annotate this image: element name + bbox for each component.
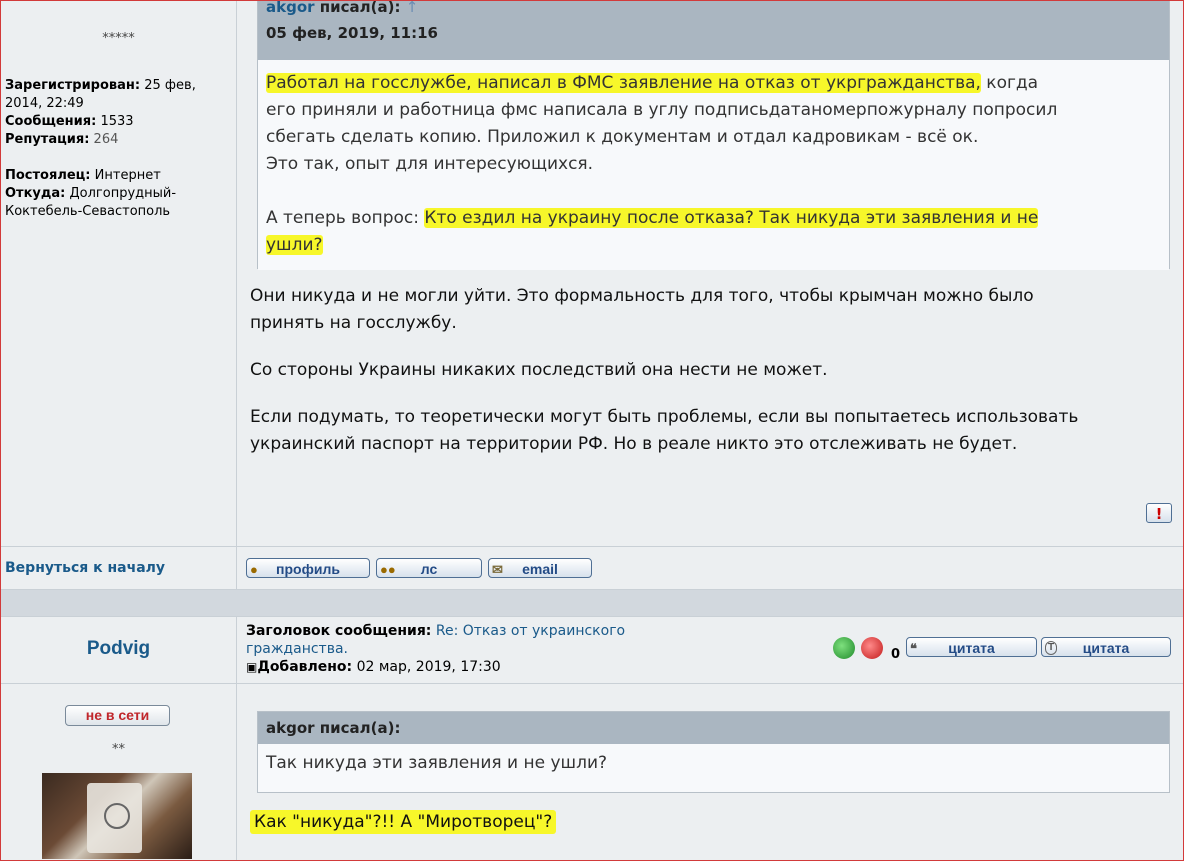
reply-line: Если подумать, то теоретически могут быт…	[250, 407, 1079, 427]
reply-line: Они никуда и не могли уйти. Это формальн…	[250, 286, 1034, 306]
rank-stars: *****	[102, 31, 135, 46]
offline-badge: не в сети	[65, 705, 170, 726]
post-2-username-cell: Podvig	[1, 616, 237, 683]
reputation-value: 264	[93, 132, 119, 147]
quote-selected-button-label: цитата	[1082, 640, 1130, 656]
post-1-author-panel: ***** Зарегистрирован: 25 фев, 2014, 22:…	[1, 1, 237, 546]
back-to-top-link[interactable]: Вернуться к началу	[5, 560, 165, 576]
quote-button[interactable]: ❝ цитата	[906, 637, 1037, 657]
footer-left: Вернуться к началу	[1, 547, 237, 590]
from-label: Откуда:	[5, 186, 66, 201]
messages-label: Сообщения:	[5, 114, 97, 129]
username-link[interactable]: Podvig	[1, 638, 236, 660]
reply-line: Со стороны Украины никаких последствий о…	[250, 360, 828, 380]
envelope-icon: ✉	[492, 562, 503, 577]
report-button[interactable]: !	[1146, 503, 1172, 523]
added-value: 02 мар, 2019, 17:30	[356, 659, 501, 675]
registered-label: Зарегистрирован:	[5, 78, 141, 93]
post-icon: ▣	[246, 660, 258, 674]
post-1-footer: Вернуться к началу ● профиль ●● лс ✉ ema…	[1, 546, 1183, 590]
subject-link[interactable]: Re: Отказ от украинского	[436, 623, 625, 639]
quote-author-link[interactable]: akgor	[266, 1, 315, 16]
post-2-author-panel: не в сети **	[1, 684, 237, 860]
vote-count: 0	[891, 647, 901, 662]
email-button[interactable]: ✉ email	[488, 558, 592, 578]
post-2-body: не в сети ** akgor писал(а): Так никуда …	[1, 684, 1183, 860]
quote-text: Так никуда эти заявления и не ушли?	[266, 753, 608, 773]
added-label: Добавлено:	[257, 659, 353, 675]
post-text: Они никуда и не могли уйти. Это формальн…	[250, 283, 1180, 458]
quote-date: 05 фев, 2019, 11:16	[266, 24, 438, 42]
reply-line: принять на госслужбу.	[250, 313, 457, 333]
messages-value: 1533	[100, 114, 134, 129]
pm-button[interactable]: ●● лс	[376, 558, 482, 578]
goto-post-icon[interactable]: ↑	[406, 1, 419, 16]
author-info: Зарегистрирован: 25 фев, 2014, 22:49 Соо…	[5, 77, 230, 221]
reply-line: украинский паспорт на территории РФ. Но …	[250, 434, 1018, 454]
quote-wrote: писал(а):	[319, 0, 401, 16]
post-text: Как "никуда"?!! А "Миротворец"?	[250, 809, 557, 836]
quote-text-icon: T	[1045, 641, 1058, 655]
reputation-label: Репутация:	[5, 132, 90, 147]
quote-text: когда	[980, 73, 1039, 93]
quote-block: akgor писал(а): ↑ 05 фев, 2019, 11:16 Ра…	[257, 0, 1170, 270]
resident-value: Интернет	[94, 168, 161, 183]
post-2-meta: Заголовок сообщения: Re: Отказ от украин…	[246, 622, 686, 676]
quote-highlight: Кто ездил на украину после отказа? Так н…	[424, 208, 1039, 228]
post-1-body: ***** Зарегистрирован: 25 фев, 2014, 22:…	[1, 1, 1183, 546]
user-icon: ●	[250, 562, 258, 577]
subject-label: Заголовок сообщения:	[246, 623, 432, 639]
quote-text: сбегать сделать копию. Приложил к докуме…	[266, 127, 979, 147]
pm-button-label: лс	[420, 561, 438, 577]
quote-highlight: Работал на госслужбе, написал в ФМС заяв…	[266, 73, 981, 93]
vote-down-icon[interactable]	[861, 637, 883, 659]
quote-header: akgor писал(а):	[258, 712, 1169, 744]
quote-author: akgor	[266, 719, 315, 737]
offline-badge-label: не в сети	[85, 707, 150, 723]
quote-selected-button[interactable]: T цитата	[1041, 637, 1171, 657]
vote-up-icon[interactable]	[833, 637, 855, 659]
quote-bubble-icon: ❝	[910, 641, 917, 656]
avatar	[42, 773, 192, 859]
resident-label: Постоялец:	[5, 168, 91, 183]
quote-text: А теперь вопрос:	[266, 208, 425, 228]
forum-page: ***** Зарегистрирован: 25 фев, 2014, 22:…	[0, 0, 1184, 861]
post-2-header: Podvig Заголовок сообщения: Re: Отказ от…	[1, 616, 1183, 684]
reply-highlight: Как "никуда"?!! А "Миротворец"?	[250, 810, 557, 834]
users-icon: ●●	[380, 562, 396, 577]
quote-block: akgor писал(а): Так никуда эти заявления…	[257, 711, 1170, 793]
post-separator	[1, 589, 1183, 617]
quote-header: akgor писал(а): ↑ 05 фев, 2019, 11:16	[258, 0, 1169, 60]
quote-body: Так никуда эти заявления и не ушли?	[258, 744, 1169, 792]
quote-highlight: ушли?	[266, 235, 323, 255]
quote-text: его приняли и работница фмс написала в у…	[266, 100, 1058, 120]
email-button-label: email	[522, 561, 558, 577]
profile-button[interactable]: ● профиль	[246, 558, 370, 578]
quote-body: Работал на госслужбе, написал в ФМС заяв…	[258, 60, 1169, 270]
quote-button-label: цитата	[948, 640, 995, 656]
warning-icon: !	[1155, 505, 1163, 523]
subject-link-cont[interactable]: гражданства.	[246, 641, 348, 657]
profile-button-label: профиль	[276, 561, 340, 577]
quote-wrote: писал(а):	[319, 719, 401, 737]
quote-text: Это так, опыт для интересующихся.	[266, 154, 594, 174]
rank-stars: **	[112, 742, 125, 757]
